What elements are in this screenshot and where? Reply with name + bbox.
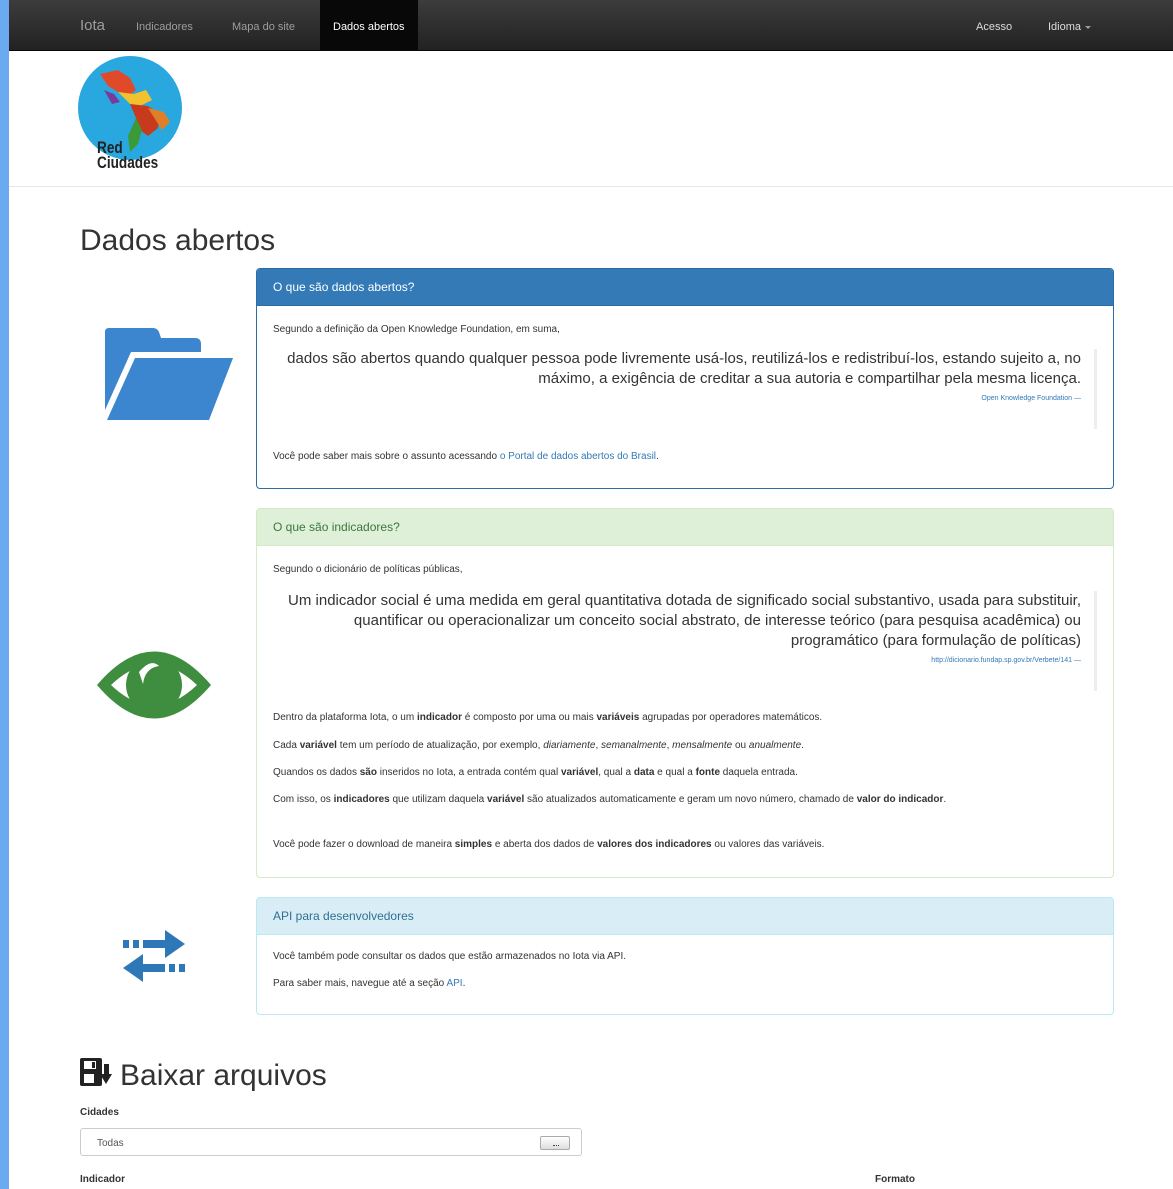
cities-label: Cidades (80, 1107, 119, 1118)
red-ciudades-logo[interactable]: Red Ciudades (78, 56, 182, 180)
text-run: . (943, 794, 947, 805)
text-run: e qual a (654, 767, 696, 778)
indicators-quote: Um indicador social é uma medida em gera… (288, 592, 1081, 649)
format-label: Formato (875, 1174, 915, 1185)
open-data-quote: dados são abertos quando qualquer pessoa… (287, 350, 1081, 387)
indicators-quote-source[interactable]: http://dicionario.fundap.sp.gov.br/Verbe… (281, 657, 1081, 664)
nav-acesso[interactable]: Acesso (963, 0, 1025, 50)
text-run: Cada (273, 740, 300, 751)
portal-dados-abertos-link[interactable]: o Portal de dados abertos do Brasil (500, 451, 656, 462)
save-download-icon (80, 1058, 112, 1096)
text-run: ou (732, 740, 749, 751)
text-run: agrupadas por operadores matemáticos. (639, 712, 823, 723)
open-data-quote-source[interactable]: Open Knowledge Foundation — (281, 395, 1081, 402)
select-dropdown-button[interactable] (540, 1136, 570, 1150)
language-label: Idioma (1048, 21, 1082, 33)
text-run: ou valores das variáveis. (711, 839, 825, 850)
page-frame: Iota Indicadores Mapa do site Dados aber… (9, 0, 1173, 1189)
indicators-blockquote: Um indicador social é uma medida em gera… (281, 591, 1097, 691)
open-data-intro: Segundo a definição da Open Knowledge Fo… (273, 324, 560, 335)
folder-open-icon (101, 326, 233, 427)
api-p2: Para saber mais, navegue até a seção API… (273, 978, 466, 989)
text-run: , qual a (598, 767, 634, 778)
text-run: são atualizados automaticamente e geram … (524, 794, 857, 805)
text-run: indicador (416, 712, 462, 723)
panel-indicators: O que são indicadores? Segundo o dicioná… (256, 508, 1114, 878)
panel-api-heading: API para desenvolvedores (257, 898, 1113, 935)
open-data-more: Você pode saber mais sobre o assunto ace… (273, 451, 659, 462)
text-run: que utilizam daquela (389, 794, 488, 805)
text-run: Você pode fazer o download de maneira (273, 839, 455, 850)
text-run: é composto por uma ou mais (461, 712, 597, 723)
indicators-p4: Com isso, os indicadores que utilizam da… (273, 793, 1097, 806)
panel-api: API para desenvolvedores Você também pod… (256, 897, 1114, 1015)
text-run: variável (560, 767, 599, 778)
api-link[interactable]: API (446, 978, 462, 989)
text-run: . (801, 740, 804, 751)
text-run: mensalmente (672, 740, 733, 751)
header-divider (9, 186, 1173, 187)
text-run: variáveis (596, 712, 640, 723)
language-dropdown[interactable]: Idioma (1035, 0, 1104, 50)
text-run: Quandos os dados (273, 767, 360, 778)
text-run: variável (299, 740, 337, 751)
indicators-p1: Dentro da plataforma Iota, o um indicado… (273, 711, 1097, 724)
text-run: diariamente (543, 740, 596, 751)
cities-select-value: Todas (97, 1138, 124, 1149)
text-run: valores dos indicadores (597, 839, 712, 850)
exchange-arrows-icon (121, 928, 187, 991)
logo-text: Red Ciudades (97, 138, 159, 172)
cities-select[interactable]: Todas (80, 1128, 582, 1156)
api-p1: Você também pode consultar os dados que … (273, 951, 627, 962)
text-run: anualmente (748, 740, 802, 751)
caret-down-icon (1085, 25, 1092, 29)
download-title: Baixar arquivos (80, 1058, 327, 1096)
text-run: e aberta dos dados de (492, 839, 598, 850)
panel-indicators-heading: O que são indicadores? (257, 509, 1113, 546)
indicator-label: Indicador (80, 1174, 126, 1185)
text-run: variável (487, 794, 525, 805)
nav-dados-abertos[interactable]: Dados abertos (320, 0, 418, 50)
indicators-p2: Cada variável tem um período de atualiza… (273, 739, 1097, 752)
indicators-intro: Segundo o dicionário de políticas públic… (273, 564, 463, 575)
text-run: fonte (695, 767, 721, 778)
text-run: tem um período de atualização, por exemp… (336, 740, 544, 751)
text-run: semanalmente (601, 740, 667, 751)
panel-open-data: O que são dados abertos? Segundo a defin… (256, 268, 1114, 489)
text-run: indicadores (333, 794, 390, 805)
text-run: data (633, 767, 655, 778)
text-run: inseridos no Iota, a entrada contém qual (376, 767, 561, 778)
text-run: daquela entrada. (720, 767, 798, 778)
indicators-p3: Quandos os dados são inseridos no Iota, … (273, 766, 1097, 779)
panel-open-data-heading: O que são dados abertos? (257, 269, 1113, 306)
text-run: simples (454, 839, 493, 850)
text-run: Com isso, os (273, 794, 334, 805)
open-data-blockquote: dados são abertos quando qualquer pessoa… (281, 349, 1097, 429)
text-run: são (359, 767, 377, 778)
indicators-p5: Você pode fazer o download de maneira si… (273, 838, 1097, 851)
nav-mapa-do-site[interactable]: Mapa do site (219, 0, 308, 50)
eye-icon (95, 640, 213, 735)
page-title: Dados abertos (80, 224, 276, 257)
text-run: Dentro da plataforma Iota, o um (273, 712, 417, 723)
top-navbar: Iota Indicadores Mapa do site Dados aber… (9, 0, 1173, 51)
nav-indicadores[interactable]: Indicadores (123, 0, 206, 50)
text-run: valor do indicador (856, 794, 944, 805)
brand-link[interactable]: Iota (80, 17, 105, 34)
